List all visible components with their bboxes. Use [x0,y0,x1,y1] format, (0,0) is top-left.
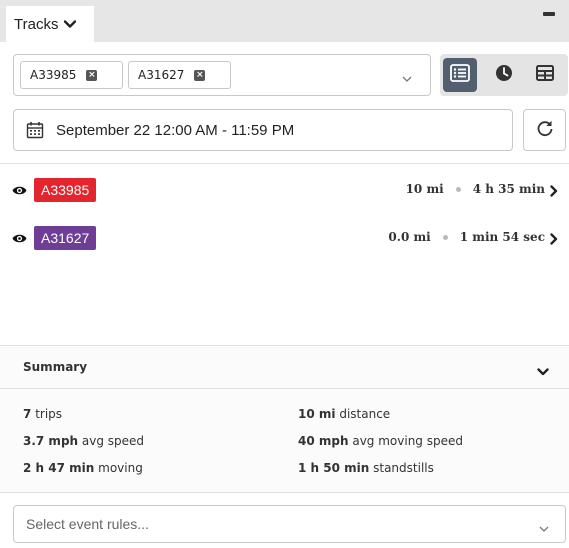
list-icon [450,63,470,87]
chip-label: A31627 [138,68,185,82]
list-view-button[interactable] [443,58,477,92]
divider [0,163,569,164]
calendar-icon [26,121,44,139]
stat-value: 10 mi [298,407,336,421]
summary-body: 7 trips 10 mi distance 3.7 mph avg speed… [0,389,569,493]
separator-dot [455,186,461,192]
chevron-down-icon [64,20,77,28]
stat-avg-speed: 3.7 mph avg speed [23,434,144,448]
close-icon[interactable]: × [86,69,98,81]
summary-header[interactable]: Summary [0,345,569,389]
date-range-value: September 22 12:00 AM - 11:59 PM [56,121,295,139]
table-view-button[interactable] [528,58,562,92]
track-distance: 10 mi [405,182,444,196]
caret-down-icon[interactable] [539,519,549,535]
close-icon[interactable]: × [194,69,206,81]
eye-icon[interactable] [12,183,27,201]
track-label: A31627 [34,226,97,250]
stat-label: moving [98,461,143,475]
chevron-down-icon[interactable] [537,363,549,381]
minimize-icon[interactable] [543,12,555,16]
chevron-right-icon[interactable] [550,232,558,250]
summary-title: Summary [23,360,88,374]
stat-label: trips [35,407,63,421]
track-row[interactable]: A31627 0.0 mi 1 min 54 sec [0,224,569,252]
stat-value: 40 mph [298,434,349,448]
caret-down-icon[interactable] [402,69,412,87]
track-stats: 10 mi 4 h 35 min [406,182,545,196]
table-icon [536,64,554,86]
track-distance: 0.0 mi [388,230,431,244]
stat-label: standstills [373,461,434,475]
chevron-right-icon[interactable] [550,184,558,202]
view-toggle-group [440,54,568,96]
stat-value: 1 h 50 min [298,461,370,475]
stat-avg-moving-speed: 40 mph avg moving speed [298,434,463,448]
refresh-icon [536,119,554,142]
chip-label: A33985 [30,68,77,82]
stat-label: avg moving speed [352,434,463,448]
stat-moving: 2 h 47 min moving [23,461,143,475]
vehicle-selector[interactable]: A33985 × A31627 × [13,54,431,96]
track-label: A33985 [34,178,97,202]
selected-vehicle-chip[interactable]: A31627 × [128,61,231,89]
date-range-field[interactable]: September 22 12:00 AM - 11:59 PM [13,109,513,151]
track-duration: 4 h 35 min [472,182,545,196]
separator-dot [442,234,448,240]
eye-icon[interactable] [12,231,27,249]
stat-value: 7 [23,407,32,421]
stat-trips: 7 trips [23,407,62,421]
stat-value: 3.7 mph [23,434,79,448]
track-stats: 0.0 mi 1 min 54 sec [388,230,545,244]
stat-distance: 10 mi distance [298,407,390,421]
track-duration: 1 min 54 sec [459,230,545,244]
tab-label: Tracks [14,15,59,33]
stat-label: distance [339,407,391,421]
stat-standstills: 1 h 50 min standstills [298,461,434,475]
event-rules-placeholder: Select event rules... [26,516,149,532]
stat-label: avg speed [81,434,145,448]
track-row[interactable]: A33985 10 mi 4 h 35 min [0,176,569,204]
selected-vehicle-chip[interactable]: A33985 × [20,61,123,89]
clock-icon [495,64,513,87]
stat-value: 2 h 47 min [23,461,95,475]
timeline-view-button[interactable] [487,58,521,92]
refresh-button[interactable] [523,109,566,151]
event-rules-select[interactable]: Select event rules... [13,505,566,543]
tab-tracks[interactable]: Tracks [6,6,94,42]
